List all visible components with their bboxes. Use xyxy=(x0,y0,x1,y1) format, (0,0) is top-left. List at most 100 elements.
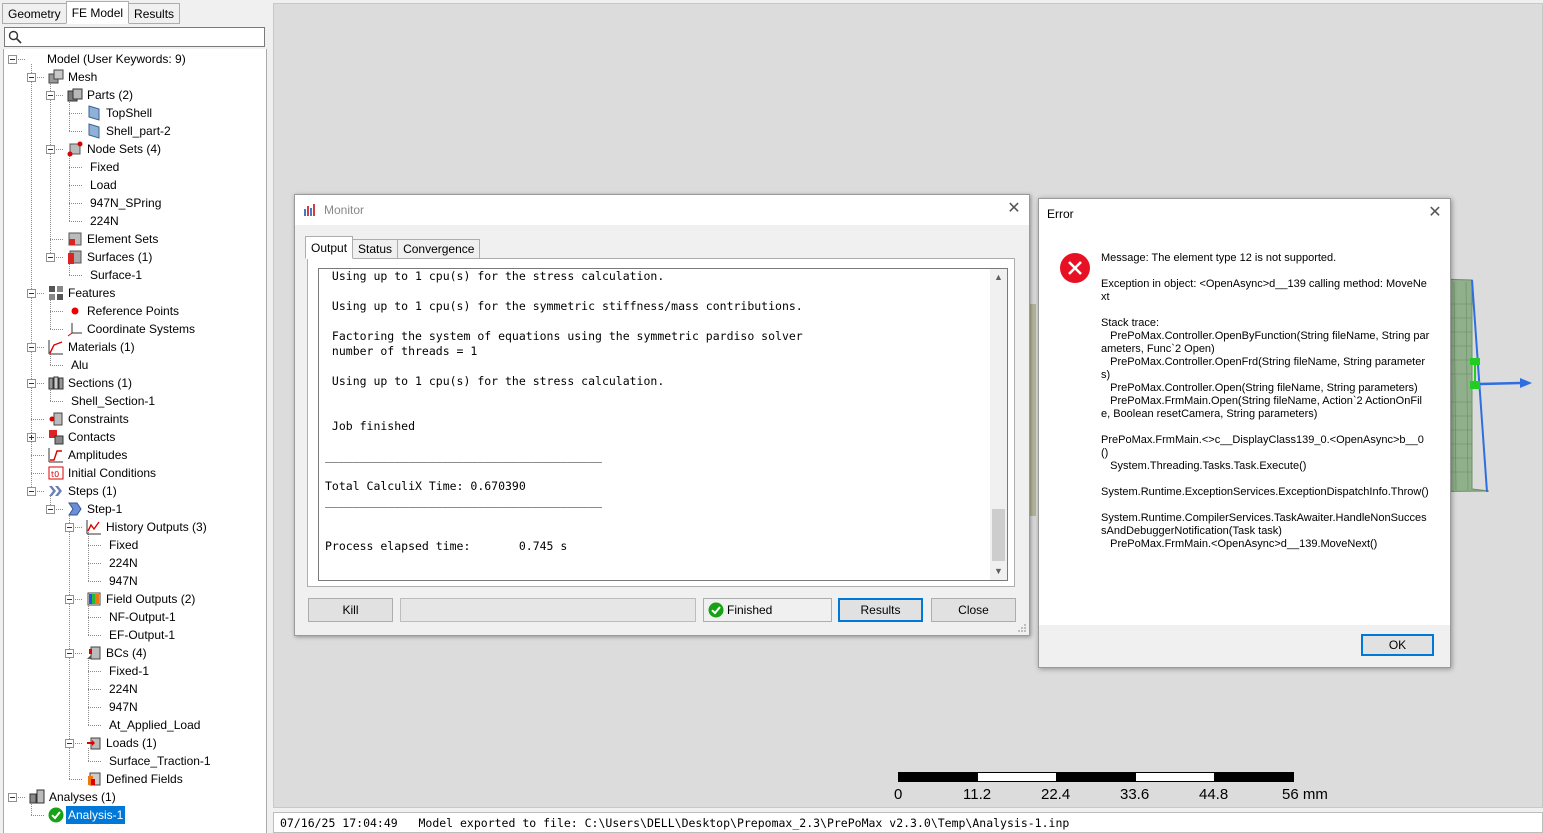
fe-model-tree[interactable]: Model (User Keywords: 9) Mesh Parts (2) Top… xyxy=(3,49,267,833)
tree-node-label: EF-Output-1 xyxy=(109,628,176,642)
tree-connector xyxy=(31,815,44,816)
tree-node-label: 947N xyxy=(109,574,138,588)
tree-connector xyxy=(88,532,89,581)
tree-connector xyxy=(88,563,101,564)
tree-node-label: Shell_Section-1 xyxy=(71,394,156,408)
collapse-icon[interactable] xyxy=(46,505,55,514)
scale-segment xyxy=(977,772,1057,782)
tab-output[interactable]: Output xyxy=(305,236,354,259)
job-status-field: Finished xyxy=(703,598,832,622)
tree-connector xyxy=(88,658,89,725)
scale-label: 11.2 xyxy=(963,786,992,803)
scroll-thumb[interactable] xyxy=(992,509,1005,561)
tree-node-label: Amplitudes xyxy=(68,448,128,462)
monitor-title: Monitor xyxy=(324,203,365,217)
tree-node-label: 224N xyxy=(90,214,119,228)
initial-conditions-icon: t0 xyxy=(48,466,64,480)
defined-fields-icon xyxy=(88,772,101,786)
collapse-icon[interactable] xyxy=(65,649,74,658)
tree-connector xyxy=(69,221,82,222)
monitor-close-icon[interactable]: ✕ xyxy=(1006,201,1022,217)
collapse-icon[interactable] xyxy=(46,253,55,262)
kill-button[interactable]: Kill xyxy=(308,598,393,622)
scroll-up-icon[interactable]: ▲ xyxy=(990,269,1007,286)
scale-label: 56 mm xyxy=(1282,786,1328,803)
tree-node-label: Load xyxy=(90,178,117,192)
tree-connector xyxy=(69,113,82,114)
resize-grip-icon[interactable] xyxy=(1017,623,1027,633)
tree-node-label: Mesh xyxy=(68,70,98,84)
scale-label: 33.6 xyxy=(1120,786,1150,803)
search-icon xyxy=(8,30,22,44)
tree-node-label: Features xyxy=(68,286,116,300)
history-outputs-icon xyxy=(86,520,101,535)
tab-geometry[interactable]: Geometry xyxy=(2,3,67,24)
tree-node-label: Constraints xyxy=(68,412,129,426)
monitor-app-icon xyxy=(304,204,315,216)
field-outputs-icon xyxy=(87,592,101,606)
tree-node-label: 224N xyxy=(109,682,138,696)
tree-node-label: Reference Points xyxy=(87,304,180,318)
tree-node-label: Fixed xyxy=(90,160,120,174)
tree-connector xyxy=(88,604,89,635)
tree-connector xyxy=(50,365,63,366)
error-exception-line: Exception in object: <OpenAsync>d__139 c… xyxy=(1101,278,1427,303)
collapse-icon[interactable] xyxy=(27,343,36,352)
tree-node-label: Analysis-1 xyxy=(66,806,126,824)
analysis-ok-icon xyxy=(48,807,64,823)
progress-bar xyxy=(400,598,696,622)
ok-button[interactable]: OK xyxy=(1361,634,1434,656)
sections-icon xyxy=(48,376,64,390)
error-icon xyxy=(1060,253,1090,283)
collapse-icon[interactable] xyxy=(8,55,17,64)
error-stack-trace: System.Runtime.CompilerServices.TaskAwai… xyxy=(1101,512,1427,550)
collapse-icon[interactable] xyxy=(65,739,74,748)
surfaces-icon xyxy=(68,250,82,264)
expand-icon[interactable] xyxy=(27,433,36,442)
analyses-icon xyxy=(29,789,45,804)
tab-results[interactable]: Results xyxy=(128,3,181,24)
tree-node-label: Alu xyxy=(71,358,89,372)
output-scrollbar[interactable]: ▲ ▼ xyxy=(990,269,1007,580)
tree-connector xyxy=(88,689,101,690)
collapse-icon[interactable] xyxy=(8,793,17,802)
collapse-icon[interactable] xyxy=(27,487,36,496)
monitor-titlebar[interactable]: Monitor ✕ xyxy=(295,195,1029,225)
tree-connector xyxy=(31,419,44,420)
mesh-icon xyxy=(48,69,64,84)
tree-node-label: Loads (1) xyxy=(106,736,157,750)
reference-point-icon xyxy=(71,307,79,315)
scroll-down-icon[interactable]: ▼ xyxy=(990,563,1007,580)
tree-node-label: Materials (1) xyxy=(68,340,135,354)
tree-connector xyxy=(31,455,44,456)
collapse-icon[interactable] xyxy=(65,523,74,532)
tree-search-input[interactable] xyxy=(4,27,265,47)
steps-icon xyxy=(49,486,62,496)
collapse-icon[interactable] xyxy=(65,595,74,604)
collapse-icon[interactable] xyxy=(27,73,36,82)
tree-connector xyxy=(50,298,51,329)
error-message: Message: The element type 12 is not supp… xyxy=(1101,252,1431,564)
results-button[interactable]: Results xyxy=(838,598,923,622)
scale-segment xyxy=(1135,772,1215,782)
tree-node-label: Analyses (1) xyxy=(49,790,116,804)
tree-node-label: 947N xyxy=(109,700,138,714)
job-status-label: Finished xyxy=(727,603,773,617)
monitor-window: Monitor ✕ Output Status Convergence Usin… xyxy=(294,194,1030,636)
output-textbox[interactable]: Using up to 1 cpu(s) for the stress calc… xyxy=(318,268,1008,581)
tab-fe-model[interactable]: FE Model xyxy=(65,1,130,24)
tree-connector xyxy=(88,581,101,582)
collapse-icon[interactable] xyxy=(27,379,36,388)
collapse-icon[interactable] xyxy=(27,289,36,298)
shell-part-icon xyxy=(88,123,100,139)
tree-connector xyxy=(50,311,63,312)
step-icon xyxy=(68,502,82,516)
error-close-icon[interactable]: ✕ xyxy=(1427,205,1443,221)
collapse-icon[interactable] xyxy=(46,145,55,154)
tab-convergence[interactable]: Convergence xyxy=(397,239,481,259)
close-button[interactable]: Close xyxy=(931,598,1016,622)
tab-status[interactable]: Status xyxy=(352,239,399,259)
collapse-icon[interactable] xyxy=(46,91,55,100)
tree-connector xyxy=(69,100,70,131)
tree-connector xyxy=(69,154,70,221)
